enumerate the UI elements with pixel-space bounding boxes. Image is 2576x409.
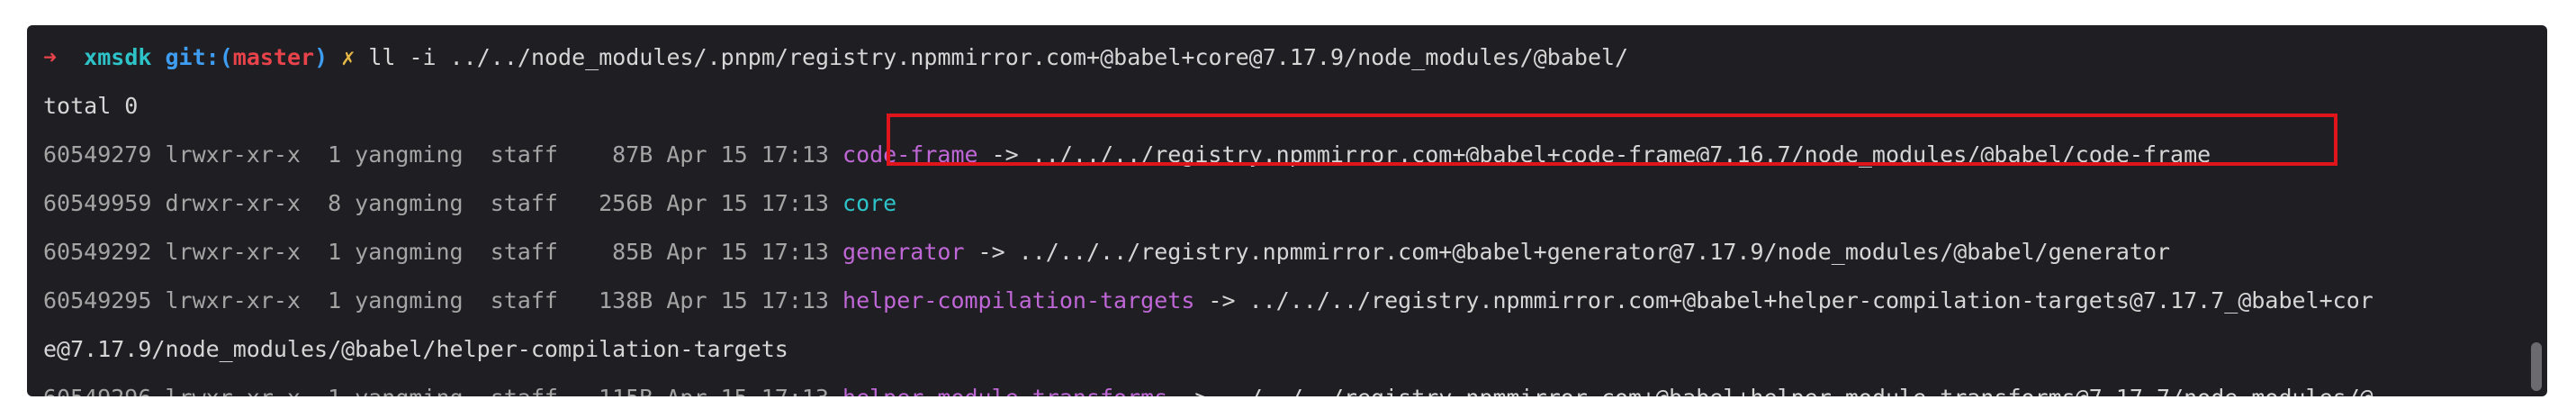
list-item: 60549292 lrwxr-xr-x 1 yangming staff 85B… <box>43 229 2170 276</box>
scrollbar-thumb[interactable] <box>2531 342 2542 391</box>
command-text: ll -i ../../node_modules/.pnpm/registry.… <box>368 44 1629 70</box>
git-label-close: ) <box>314 44 329 70</box>
list-item: 60549295 lrwxr-xr-x 1 yangming staff 138… <box>43 277 2373 324</box>
entry-name: helper-compilation-targets <box>842 287 1195 314</box>
entry-meta: 60549295 lrwxr-xr-x 1 yangming staff 138… <box>43 287 843 314</box>
entry-target: -> ../../../registry.npmmirror.com+@babe… <box>964 239 2171 265</box>
entry-meta: 60549296 lrwxr-xr-x 1 yangming staff 115… <box>43 385 842 396</box>
terminal-window[interactable]: ➜ xmsdk git:(master) ✗ ll -i ../../node_… <box>27 25 2547 396</box>
entry-target: -> ../../../registry.npmmirror.com+@babe… <box>1167 385 2373 396</box>
list-item: 60549296 lrwxr-xr-x 1 yangming staff 115… <box>43 375 2373 396</box>
list-item: 60549959 drwxr-xr-x 8 yangming staff 256… <box>43 180 896 227</box>
git-label: git:( <box>165 44 233 70</box>
entry-meta: 60549959 drwxr-xr-x 8 yangming staff 256… <box>43 190 843 216</box>
prompt-arrow-icon: ➜ <box>43 44 58 70</box>
entry-name: generator <box>842 239 965 265</box>
list-item-wrap: e@7.17.9/node_modules/@babel/helper-comp… <box>43 336 788 362</box>
git-dirty-icon: ✗ <box>341 44 356 70</box>
entry-name: code-frame <box>842 141 978 168</box>
entry-name: core <box>842 190 897 216</box>
entry-meta: 60549292 lrwxr-xr-x 1 yangming staff 85B… <box>43 239 843 265</box>
entry-meta: 60549279 lrwxr-xr-x 1 yangming staff 87B… <box>43 141 843 168</box>
entry-target: -> ../../../registry.npmmirror.com+@babe… <box>1194 287 2373 314</box>
entry-name: helper-module-transforms <box>842 385 1167 396</box>
git-branch: master <box>232 44 315 70</box>
current-directory: xmsdk <box>84 44 152 70</box>
prompt-line: ➜ xmsdk git:(master) ✗ ll -i ../../node_… <box>43 34 1628 81</box>
total-line: total 0 <box>43 93 139 119</box>
entry-target: -> ../../../registry.npmmirror.com+@babe… <box>977 141 2211 168</box>
list-item: 60549279 lrwxr-xr-x 1 yangming staff 87B… <box>43 132 2211 178</box>
